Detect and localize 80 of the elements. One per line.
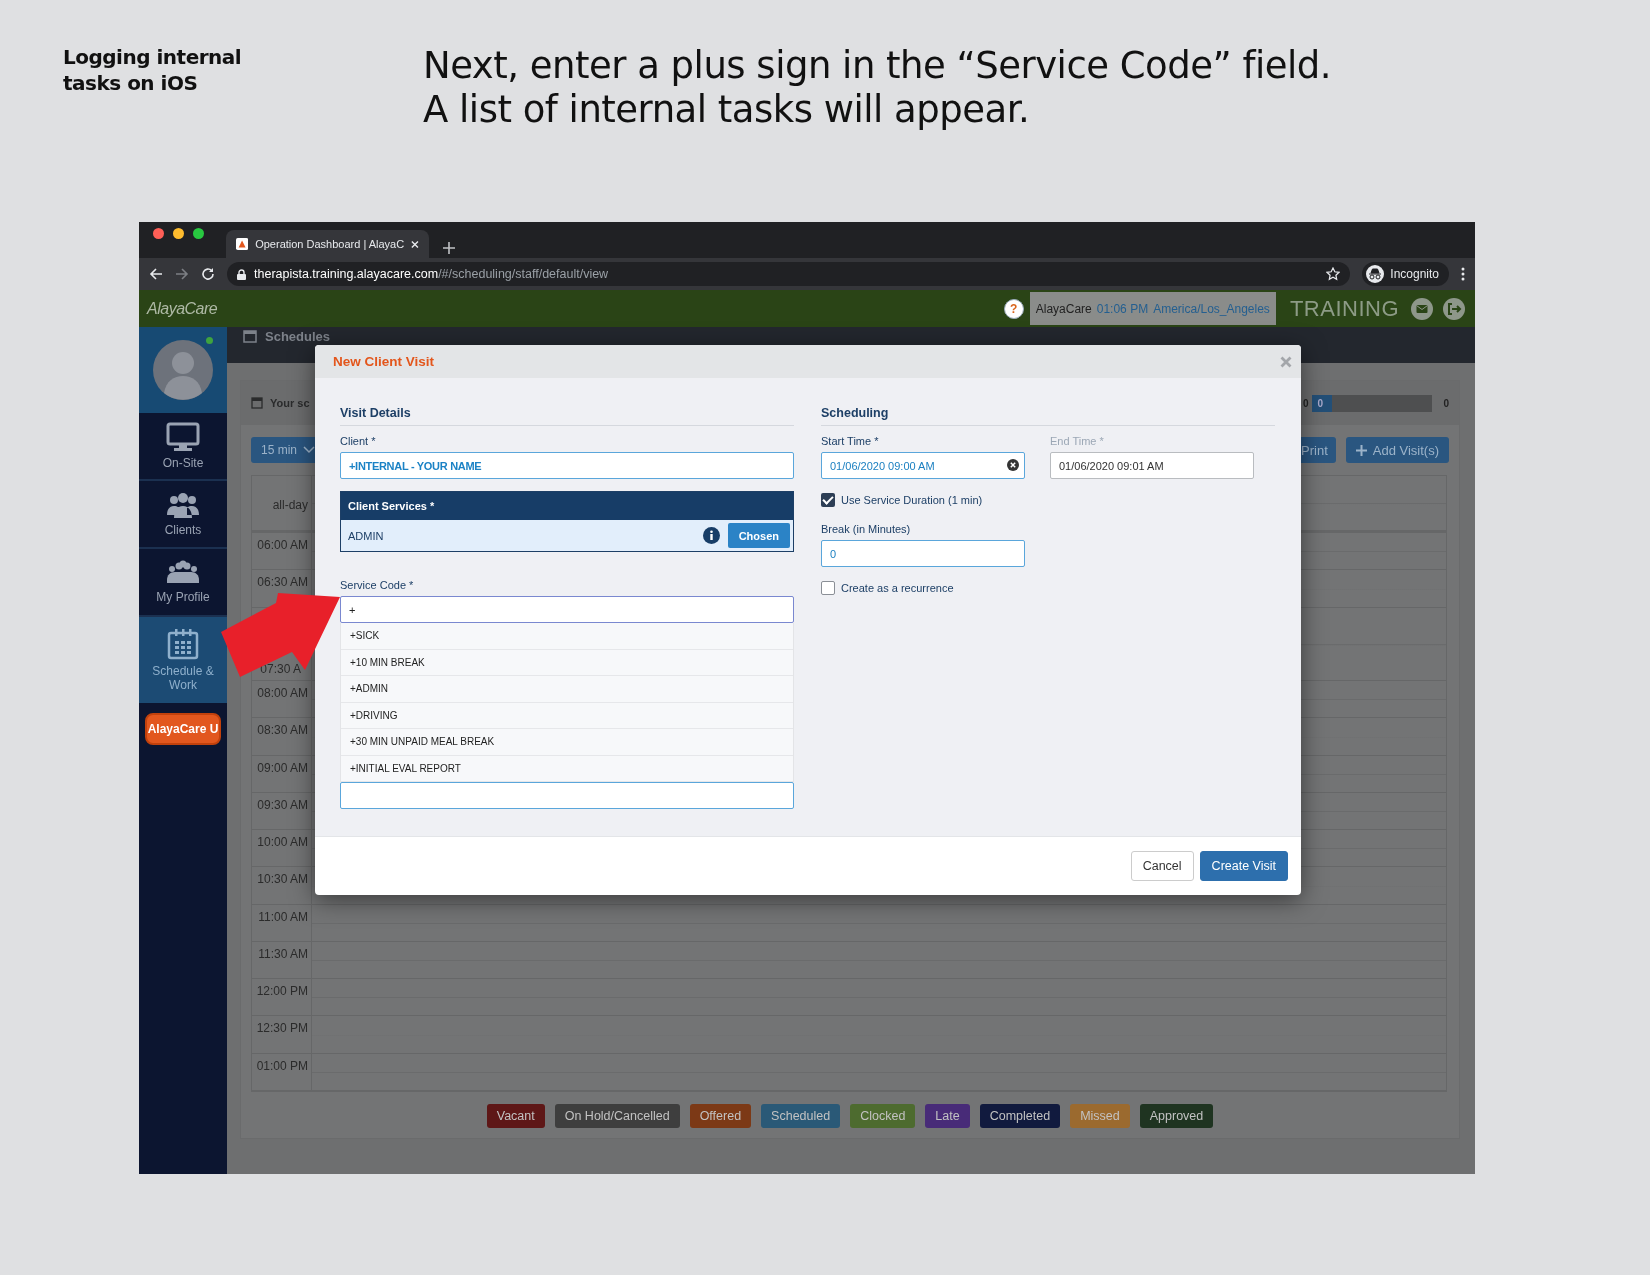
incognito-icon [1366,265,1385,283]
environment-label: TRAINING [1289,295,1399,322]
checkbox[interactable] [821,581,835,595]
calendar-icon [243,329,257,343]
client-field[interactable]: +INTERNAL - YOUR NAME [340,452,794,479]
service-name: ADMIN [348,529,385,542]
suggestion-item[interactable]: +30 MIN UNPAID MEAL BREAK [341,729,793,756]
status-badge: Approved [1139,1104,1214,1128]
reload-icon[interactable] [201,267,215,281]
monitor-icon [166,422,200,452]
dialog-title: New Client Visit [333,354,436,369]
calendar-icon [167,628,199,660]
status-badge: Late [925,1104,970,1128]
chevron-down-icon [303,446,316,454]
academy-button[interactable]: AlayaCare U [145,713,221,745]
suggestion-item[interactable]: +SICK [341,623,793,650]
status-badge: Scheduled [761,1104,841,1128]
minimize-window-icon[interactable] [173,228,184,239]
status-badge: Clocked [850,1104,916,1128]
field-label: Start Time * [821,435,880,447]
lock-icon [237,268,246,280]
status-badge: Offered [689,1104,752,1128]
status-badge: Vacant [486,1104,545,1128]
info-icon[interactable] [702,527,720,544]
cancel-button[interactable]: Cancel [1130,851,1194,881]
count-label: 0 [1443,397,1449,409]
incognito-badge[interactable]: Incognito [1362,262,1449,286]
address-bar[interactable]: therapista.training.alayacare.com/#/scheduling/staff/default/view [227,262,1351,286]
chosen-button[interactable]: Chosen [727,523,790,548]
start-time-field[interactable]: 01/06/2020 09:00 AM [821,452,1025,479]
service-code-field[interactable]: + [340,596,794,623]
people-icon [166,491,200,519]
count-label: 0 [1302,397,1309,409]
field-label: Service Code * [340,579,415,591]
maximize-window-icon[interactable] [193,228,204,239]
app-logo[interactable]: AlayaCare [147,299,218,318]
checkbox-label: Use Service Duration (1 min) [841,494,983,506]
online-status-icon [206,337,213,344]
new-tab-icon[interactable] [443,242,455,254]
logout-icon[interactable] [1443,297,1465,320]
checkbox[interactable] [821,493,835,507]
section-title: Logging internal tasks on iOS [63,44,243,97]
back-icon[interactable] [149,267,163,281]
help-button[interactable]: ? [1003,298,1024,319]
field-label: End Time * [1050,435,1105,447]
table-header: Client Services * [348,500,435,512]
page-title: Schedules [265,329,331,344]
close-window-icon[interactable] [153,228,164,239]
team-icon [166,560,200,586]
more-icon[interactable] [1461,267,1465,281]
status-badge: On Hold/Cancelled [554,1104,680,1128]
instruction-text: A list of internal tasks will appear. [423,88,1031,132]
browser-tab[interactable]: Operation Dashboard | AlayaC [226,230,429,258]
forward-icon[interactable] [175,267,189,281]
section-heading: Visit Details [340,406,794,426]
suggestion-item[interactable]: +DRIVING [341,702,793,729]
calendar-icon [251,397,263,409]
org-info: AlayaCare 01:06 PM America/Los_Angeles [1029,292,1276,325]
input-field[interactable] [340,782,794,809]
break-field[interactable]: 0 [821,540,1025,567]
suggestion-item[interactable]: +ADMIN [341,676,793,703]
plus-icon [1355,444,1367,456]
status-badge: Missed [1070,1104,1130,1128]
field-label: Client * [340,435,377,447]
add-visit-button[interactable]: Add Visit(s) [1345,437,1449,463]
checkbox-label: Create as a recurrence [841,582,954,594]
avatar[interactable] [152,339,214,401]
nav-item[interactable]: Schedule & Work [139,617,227,703]
suggestion-item[interactable]: +10 MIN BREAK [341,649,793,676]
progress-bar: 0 [1312,394,1433,412]
instruction-text: Next, enter a plus sign in the “Service Code” field. [423,44,1331,88]
section-heading: Scheduling [821,406,1275,426]
create-visit-button[interactable]: Create Visit [1199,851,1288,881]
status-badge: Completed [979,1104,1061,1128]
clear-icon[interactable] [1007,459,1019,471]
field-label: Break (in Minutes) [821,523,912,535]
panel-title: Your sc [270,397,310,409]
favicon-icon [236,237,249,251]
mail-icon[interactable] [1411,297,1433,320]
star-icon[interactable] [1326,267,1341,281]
